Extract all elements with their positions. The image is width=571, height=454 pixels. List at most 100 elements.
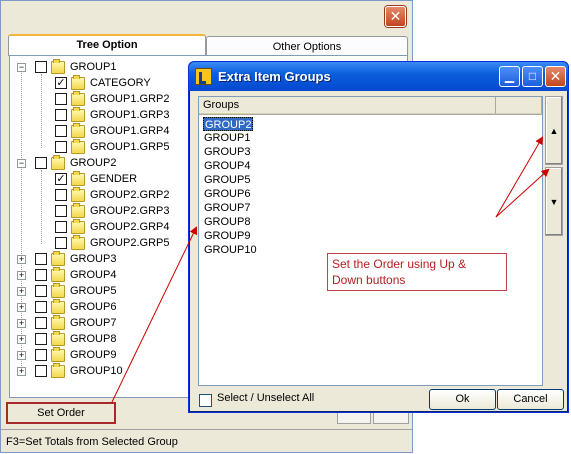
checkbox[interactable] <box>55 189 67 201</box>
groups-list[interactable]: Groups GROUP2 GROUP1 GROUP3 GROUP4 GROUP… <box>198 96 543 386</box>
expand-icon[interactable]: + <box>17 287 26 296</box>
checkbox-checked[interactable]: ✓ <box>55 173 67 185</box>
checkbox[interactable] <box>35 333 47 345</box>
tab-label: Other Options <box>272 41 342 53</box>
checkbox[interactable] <box>55 109 67 121</box>
tree-label: GROUP3 <box>70 253 117 265</box>
checkbox[interactable] <box>35 61 47 73</box>
tree-label: GROUP1.GRP3 <box>90 109 170 121</box>
tree-label: GROUP8 <box>70 333 117 345</box>
tree-label: GENDER <box>90 173 138 185</box>
folder-icon <box>51 363 65 378</box>
list-item[interactable]: GROUP7 <box>203 201 251 215</box>
tab-tree-option[interactable]: Tree Option <box>8 34 206 56</box>
folder-icon <box>71 171 85 186</box>
checkbox[interactable] <box>55 237 67 249</box>
app-icon <box>195 68 212 85</box>
tree-label: GROUP7 <box>70 317 117 329</box>
list-item[interactable]: GROUP4 <box>203 159 251 173</box>
tree-label: GROUP2.GRP4 <box>90 221 170 233</box>
extra-item-groups-dialog: Extra Item Groups ▁ □ ✕ Groups GROUP2 GR… <box>188 61 569 413</box>
expand-icon[interactable]: + <box>17 335 26 344</box>
checkbox[interactable] <box>55 93 67 105</box>
set-order-button[interactable]: Set Order <box>6 402 116 424</box>
select-all-checkbox[interactable] <box>199 394 212 407</box>
list-item[interactable]: GROUP8 <box>203 215 251 229</box>
close-icon[interactable]: ✕ <box>545 66 566 87</box>
tree-label: GROUP2.GRP3 <box>90 205 170 217</box>
folder-icon <box>71 219 85 234</box>
checkbox[interactable] <box>35 301 47 313</box>
checkbox[interactable] <box>35 317 47 329</box>
folder-icon <box>51 267 65 282</box>
ok-button[interactable]: Ok <box>429 389 496 410</box>
tree-label: GROUP9 <box>70 349 117 361</box>
checkbox[interactable] <box>35 365 47 377</box>
folder-icon <box>71 123 85 138</box>
tree-label: GROUP1 <box>70 61 117 73</box>
annotation-line: Down buttons <box>332 273 406 287</box>
checkbox[interactable] <box>55 141 67 153</box>
tree-label: CATEGORY <box>90 77 151 89</box>
expand-icon[interactable]: + <box>17 319 26 328</box>
folder-icon <box>71 187 85 202</box>
expand-icon[interactable]: + <box>17 351 26 360</box>
maximize-icon[interactable]: □ <box>522 66 543 87</box>
checkbox-checked[interactable]: ✓ <box>55 77 67 89</box>
checkbox[interactable] <box>35 285 47 297</box>
folder-icon <box>71 235 85 250</box>
list-item[interactable]: GROUP10 <box>203 243 258 257</box>
annotation-line: Set the Order using Up & <box>332 257 467 271</box>
collapse-icon[interactable]: − <box>17 159 26 168</box>
collapse-icon[interactable]: − <box>17 63 26 72</box>
folder-icon <box>51 155 65 170</box>
expand-icon[interactable]: + <box>17 255 26 264</box>
folder-icon <box>71 75 85 90</box>
folder-icon <box>71 107 85 122</box>
list-item-selected[interactable]: GROUP2 <box>203 117 254 131</box>
cancel-button[interactable]: Cancel <box>497 389 564 410</box>
folder-icon <box>71 203 85 218</box>
folder-icon <box>51 283 65 298</box>
expand-icon[interactable]: + <box>17 303 26 312</box>
arrow-up-icon: ▲ <box>549 126 559 136</box>
list-item[interactable]: GROUP5 <box>203 173 251 187</box>
move-up-button[interactable]: ▲ <box>545 96 563 165</box>
main-window-titlebar: ✕ <box>1 1 412 29</box>
folder-icon <box>51 299 65 314</box>
checkbox[interactable] <box>35 269 47 281</box>
column-header-blank[interactable] <box>496 97 542 114</box>
minimize-icon[interactable]: ▁ <box>499 66 520 87</box>
status-bar: F3=Set Totals from Selected Group <box>1 429 412 453</box>
expand-icon[interactable]: + <box>17 367 26 376</box>
list-item[interactable]: GROUP6 <box>203 187 251 201</box>
folder-icon <box>51 347 65 362</box>
list-item[interactable]: GROUP3 <box>203 145 251 159</box>
tree-label: GROUP5 <box>70 285 117 297</box>
folder-icon <box>51 251 65 266</box>
expand-icon[interactable]: + <box>17 271 26 280</box>
list-item[interactable]: GROUP9 <box>203 229 251 243</box>
folder-icon <box>51 59 65 74</box>
tree-label: GROUP1.GRP2 <box>90 93 170 105</box>
checkbox[interactable] <box>55 125 67 137</box>
dialog-titlebar[interactable]: Extra Item Groups ▁ □ ✕ <box>189 62 568 91</box>
column-header-groups[interactable]: Groups <box>199 97 496 114</box>
list-header: Groups <box>199 97 542 115</box>
select-all-label: Select / Unselect All <box>217 392 315 404</box>
annotation-callout: Set the Order using Up & Down buttons <box>327 253 507 291</box>
folder-icon <box>71 91 85 106</box>
checkbox[interactable] <box>35 157 47 169</box>
checkbox[interactable] <box>35 349 47 361</box>
move-down-button[interactable]: ▼ <box>545 167 563 236</box>
tab-label: Tree Option <box>76 39 138 51</box>
checkbox[interactable] <box>55 205 67 217</box>
checkbox[interactable] <box>55 221 67 233</box>
close-icon[interactable]: ✕ <box>385 6 406 27</box>
tree-label: GROUP1.GRP5 <box>90 141 170 153</box>
tree-label: GROUP2.GRP2 <box>90 189 170 201</box>
list-item[interactable]: GROUP1 <box>203 131 251 145</box>
tree-label: GROUP1.GRP4 <box>90 125 170 137</box>
checkbox[interactable] <box>35 253 47 265</box>
folder-icon <box>51 315 65 330</box>
